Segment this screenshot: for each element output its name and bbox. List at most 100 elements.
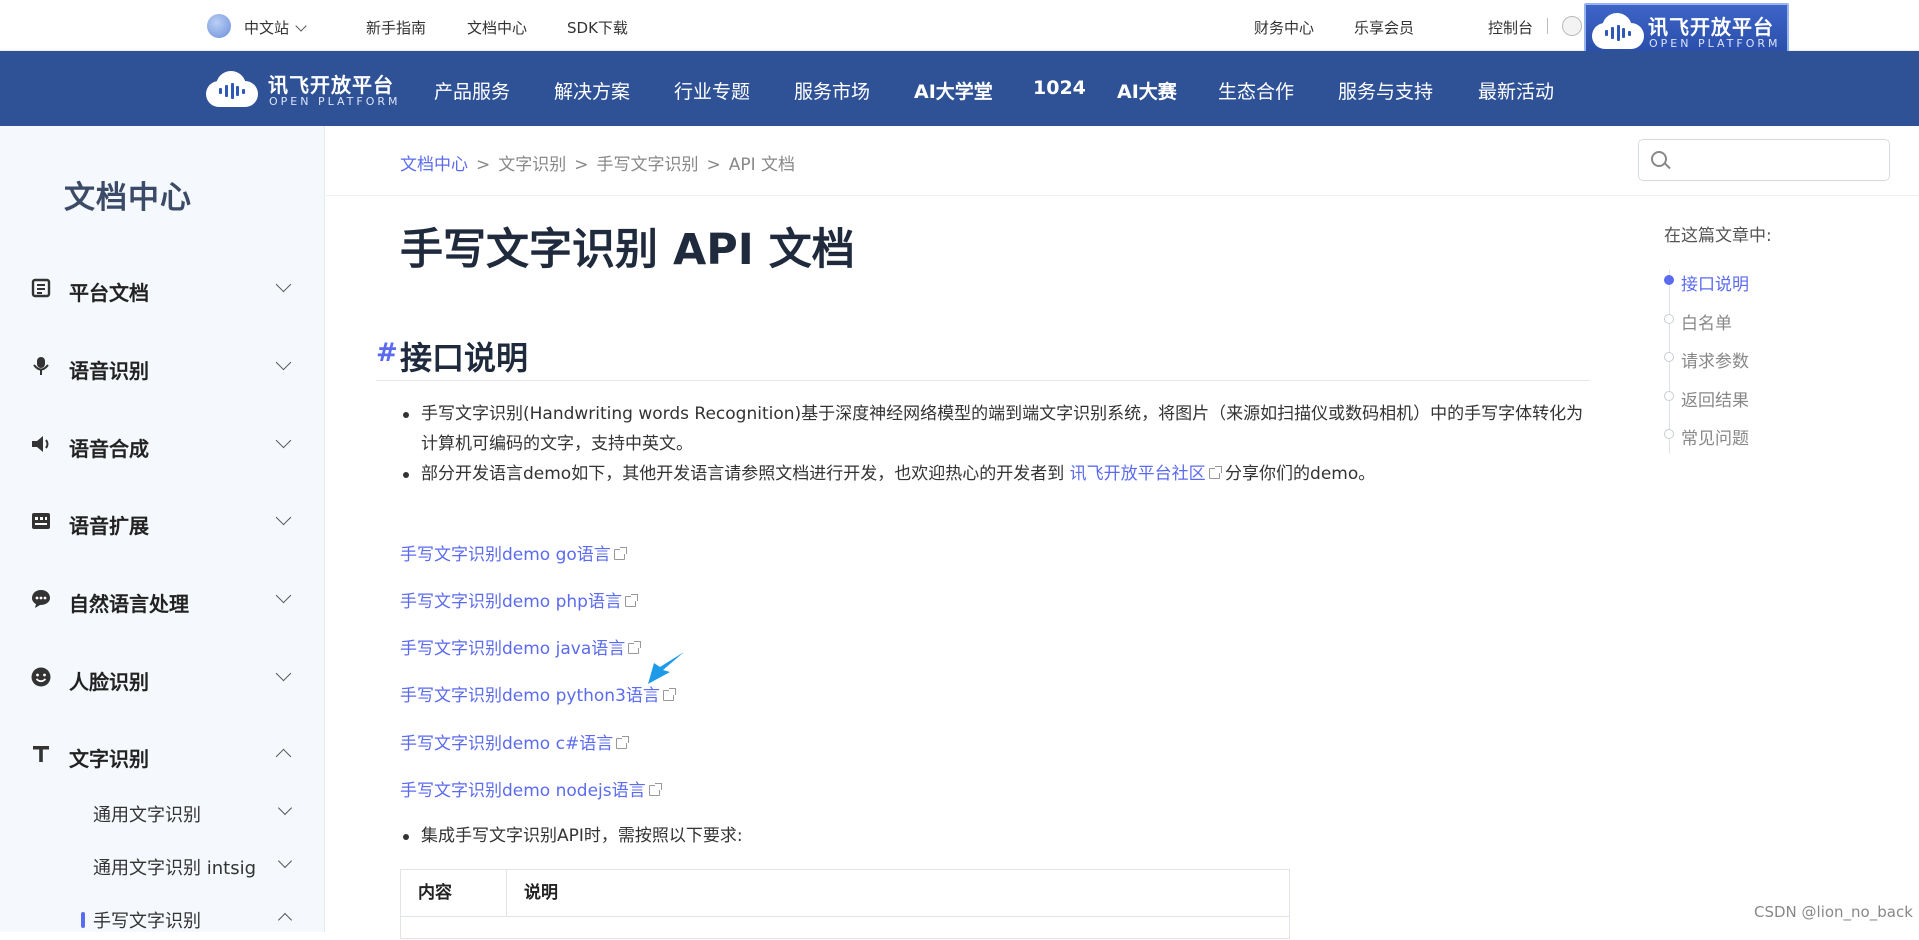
bullet-dot bbox=[403, 412, 409, 418]
section-title: 接口说明 bbox=[400, 339, 529, 377]
nav-item-solutions[interactable]: 解决方案 bbox=[554, 77, 630, 104]
breadcrumb-doc-center[interactable]: 文档中心 bbox=[400, 155, 468, 175]
chevron-down-icon bbox=[277, 853, 293, 869]
microphone-icon bbox=[33, 357, 49, 375]
bullet-dot bbox=[403, 472, 409, 478]
sidebar-item-label: 语音合成 bbox=[69, 437, 149, 461]
chevron-up-icon bbox=[275, 748, 292, 765]
sidebar-item-label: 文字识别 bbox=[69, 747, 149, 771]
bullet-dot bbox=[403, 834, 409, 840]
user-avatar-icon[interactable] bbox=[1562, 16, 1582, 36]
toc-item-faq[interactable]: 常见问题 bbox=[1681, 424, 1749, 449]
external-link-icon bbox=[648, 783, 662, 796]
chevron-down-icon bbox=[275, 432, 292, 449]
sidebar-item-nlp[interactable]: 自然语言处理 bbox=[0, 580, 324, 620]
toc-item-request-params[interactable]: 请求参数 bbox=[1681, 347, 1749, 372]
chat-bubble-icon bbox=[32, 590, 50, 608]
nav-item-market[interactable]: 服务市场 bbox=[794, 77, 870, 104]
demo-link-label: 手写文字识别demo python3语言 bbox=[400, 686, 660, 706]
sidebar-subitem-handwriting-ocr[interactable]: 手写文字识别 bbox=[0, 901, 324, 932]
breadcrumb-bar: 文档中心 > 文字识别 > 手写文字识别 > API 文档 bbox=[326, 126, 1919, 196]
chevron-down-icon bbox=[275, 354, 292, 371]
nav-item-1024[interactable]: 1024 bbox=[1033, 77, 1086, 99]
demo-link-csharp[interactable]: 手写文字识别demo c#语言 bbox=[400, 729, 630, 754]
demo-link-nodejs[interactable]: 手写文字识别demo nodejs语言 bbox=[400, 776, 662, 801]
language-label: 中文站 bbox=[244, 19, 290, 37]
sidebar-item-face-recognition[interactable]: 人脸识别 bbox=[0, 658, 324, 698]
breadcrumb-handwriting[interactable]: 手写文字识别 bbox=[597, 155, 699, 175]
nav-item-ai-academy[interactable]: AI大学堂 bbox=[914, 77, 993, 104]
top-link-console[interactable]: 控制台 bbox=[1488, 17, 1533, 38]
toc-item-whitelist[interactable]: 白名单 bbox=[1681, 309, 1732, 334]
nav-item-ai-contest[interactable]: AI大赛 bbox=[1117, 77, 1177, 104]
face-icon bbox=[31, 667, 51, 687]
paragraph-requirements: 集成手写文字识别API时，需按照以下要求: bbox=[421, 826, 743, 846]
sidebar-item-speech-synthesis[interactable]: 语音合成 bbox=[0, 425, 324, 465]
search-input[interactable] bbox=[1638, 139, 1890, 181]
separator bbox=[1547, 18, 1548, 34]
nav-item-industry[interactable]: 行业专题 bbox=[674, 77, 750, 104]
document-icon bbox=[31, 278, 51, 298]
breadcrumb-separator: > bbox=[706, 155, 721, 175]
brand-logo[interactable]: 讯飞开放平台 OPEN PLATFORM bbox=[206, 65, 398, 113]
sidebar-title: 文档中心 bbox=[64, 180, 192, 216]
nav-item-ecosystem[interactable]: 生态合作 bbox=[1218, 77, 1294, 104]
chevron-down-icon bbox=[275, 587, 292, 604]
demo-link-python3[interactable]: 手写文字识别demo python3语言 bbox=[400, 681, 676, 706]
table-row bbox=[401, 916, 1289, 940]
sidebar-subitem-general-ocr-intsig[interactable]: 通用文字识别 intsig bbox=[0, 848, 324, 884]
top-link-doc-center[interactable]: 文档中心 bbox=[467, 17, 527, 38]
search-icon bbox=[1651, 151, 1667, 167]
page-title: 手写文字识别 API 文档 bbox=[400, 225, 855, 275]
sidebar-item-label: 语音扩展 bbox=[69, 514, 149, 538]
external-link-icon bbox=[662, 688, 676, 701]
toc-dot bbox=[1664, 352, 1674, 362]
nav-item-support[interactable]: 服务与支持 bbox=[1338, 77, 1433, 104]
sidebar-subitem-general-ocr[interactable]: 通用文字识别 bbox=[0, 795, 324, 831]
language-switcher[interactable]: 中文站 bbox=[244, 17, 307, 38]
table-header-description: 说明 bbox=[524, 883, 558, 903]
demo-link-label: 手写文字识别demo c#语言 bbox=[400, 734, 614, 754]
toc-title: 在这篇文章中: bbox=[1664, 226, 1772, 246]
nav-item-products[interactable]: 产品服务 bbox=[434, 77, 510, 104]
pointer-arrow-icon bbox=[648, 652, 684, 684]
sidebar-subitem-label: 手写文字识别 bbox=[93, 911, 201, 932]
top-link-membership[interactable]: 乐享会员 bbox=[1354, 17, 1414, 38]
demo-link-php[interactable]: 手写文字识别demo php语言 bbox=[400, 587, 638, 612]
sidebar-item-speech-extension[interactable]: 语音扩展 bbox=[0, 502, 324, 542]
top-link-beginner-guide[interactable]: 新手指南 bbox=[366, 17, 426, 38]
paragraph-text: 部分开发语言demo如下，其他开发语言请参照文档进行开发，也欢迎热心的开发者到 bbox=[421, 464, 1065, 484]
nav-item-events[interactable]: 最新活动 bbox=[1478, 77, 1554, 104]
sidebar-item-platform-docs[interactable]: 平台文档 bbox=[0, 269, 324, 309]
community-link[interactable]: 讯飞开放平台社区 bbox=[1070, 464, 1206, 484]
chevron-down-icon bbox=[295, 20, 307, 32]
toc-dot bbox=[1664, 391, 1674, 401]
chevron-down-icon bbox=[277, 800, 293, 816]
sidebar-item-label: 人脸识别 bbox=[69, 670, 149, 694]
table-header-content: 内容 bbox=[401, 870, 507, 916]
main-nav: 讯飞开放平台 OPEN PLATFORM 产品服务 解决方案 行业专题 服务市场… bbox=[0, 51, 1919, 126]
anchor-hash-link[interactable]: # bbox=[376, 338, 398, 368]
sidebar-subitem-label: 通用文字识别 bbox=[93, 805, 201, 826]
sidebar-item-speech-recognition[interactable]: 语音识别 bbox=[0, 347, 324, 387]
top-link-finance-center[interactable]: 财务中心 bbox=[1254, 17, 1314, 38]
top-link-sdk-download[interactable]: SDK下载 bbox=[567, 17, 628, 38]
watermark: CSDN @lion_no_back bbox=[1754, 903, 1913, 921]
sidebar-item-label: 自然语言处理 bbox=[69, 592, 189, 616]
paragraph-intro: 手写文字识别(Handwriting words Recognition)基于深… bbox=[421, 404, 1584, 454]
demo-link-label: 手写文字识别demo go语言 bbox=[400, 545, 611, 565]
sidebar-subitem-label: 通用文字识别 intsig bbox=[93, 858, 256, 879]
paragraph-demo-note: 部分开发语言demo如下，其他开发语言请参照文档进行开发，也欢迎热心的开发者到 … bbox=[421, 459, 1596, 489]
cloud-logo-icon bbox=[1592, 11, 1644, 49]
toc-dot bbox=[1664, 275, 1674, 285]
sidebar-item-text-recognition[interactable]: 文字识别 bbox=[0, 735, 324, 775]
demo-link-go[interactable]: 手写文字识别demo go语言 bbox=[400, 540, 627, 565]
requirements-table: 内容 说明 bbox=[400, 869, 1290, 939]
sidebar: 文档中心 平台文档 语音识别 语音合成 语音扩展 自然语言处理 人脸识别 文字识… bbox=[0, 126, 325, 932]
keyboard-icon bbox=[32, 513, 50, 529]
breadcrumb-text-recognition[interactable]: 文字识别 bbox=[498, 155, 566, 175]
section-heading: # 接口说明 bbox=[376, 333, 1590, 381]
demo-link-java[interactable]: 手写文字识别demo java语言 bbox=[400, 634, 642, 659]
toc-item-interface[interactable]: 接口说明 bbox=[1681, 270, 1749, 295]
toc-item-response[interactable]: 返回结果 bbox=[1681, 386, 1749, 411]
